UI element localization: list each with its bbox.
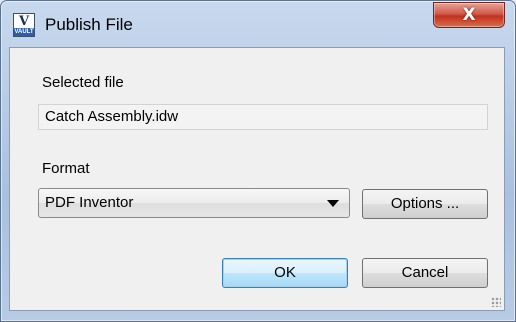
options-button[interactable]: Options ... bbox=[362, 189, 488, 219]
format-selected-value: PDF Inventor bbox=[45, 194, 134, 211]
format-dropdown[interactable]: PDF Inventor bbox=[38, 188, 350, 218]
format-label: Format bbox=[42, 160, 90, 177]
app-icon-badge: VAULT bbox=[14, 28, 34, 36]
resize-grip[interactable] bbox=[491, 297, 501, 307]
selected-file-field: Catch Assembly.idw bbox=[38, 104, 488, 130]
cancel-button[interactable]: Cancel bbox=[362, 258, 488, 288]
selected-file-label: Selected file bbox=[42, 74, 124, 91]
publish-file-dialog: V VAULT Publish File X Selected file Cat… bbox=[0, 0, 516, 322]
title-bar[interactable]: V VAULT Publish File X bbox=[1, 1, 515, 47]
app-icon-letter: V bbox=[18, 14, 30, 29]
dialog-body: Selected file Catch Assembly.idw Format … bbox=[9, 47, 505, 311]
close-icon: X bbox=[462, 5, 476, 25]
window-title: Publish File bbox=[45, 15, 133, 34]
dropdown-arrow-icon bbox=[327, 200, 339, 207]
ok-button[interactable]: OK bbox=[222, 258, 348, 288]
vault-app-icon: V VAULT bbox=[13, 13, 35, 37]
close-button[interactable]: X bbox=[433, 2, 505, 28]
